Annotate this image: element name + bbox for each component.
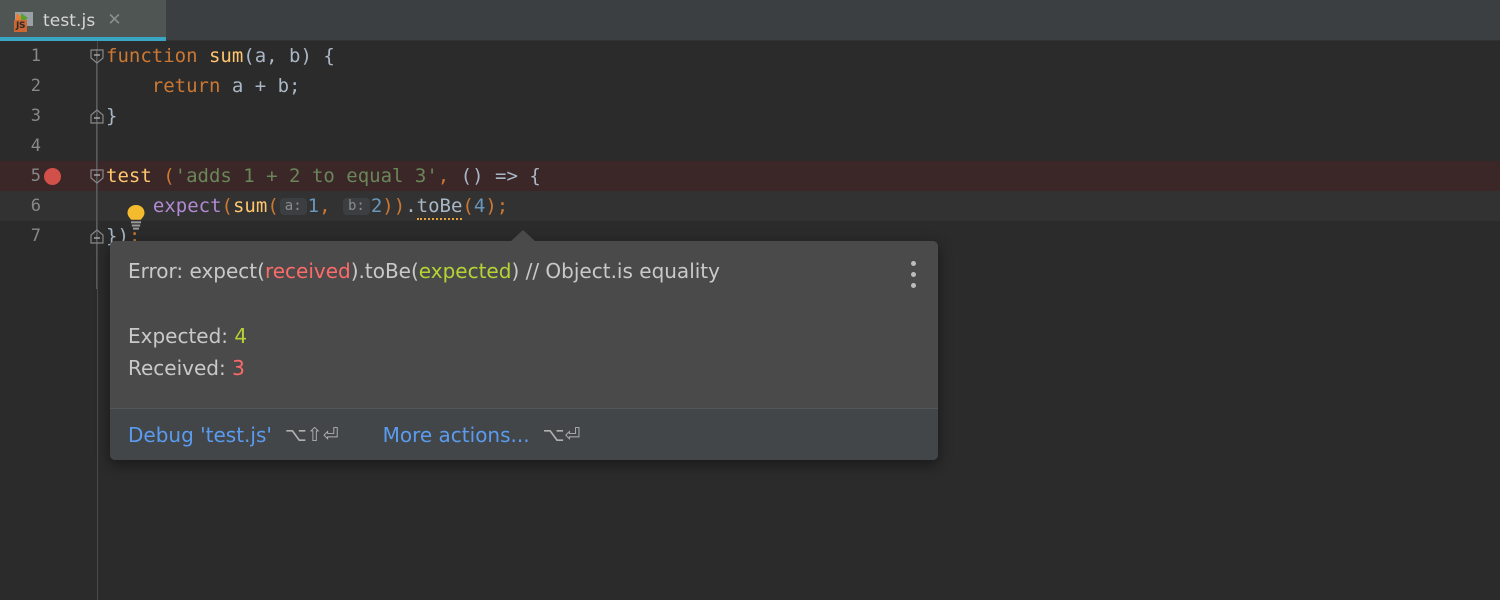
code-token: expect (152, 195, 222, 217)
code-token: ) (485, 195, 497, 217)
code-token: , (437, 165, 450, 187)
code-token: 1 (307, 195, 320, 217)
tooltip-body: Error: expect(received).toBe(expected) /… (110, 241, 938, 408)
code-token: (a, b) { (243, 45, 335, 67)
received-row: Received: 3 (128, 352, 916, 384)
debug-test-js-link[interactable]: Debug 'test.js' (128, 423, 272, 447)
received-label: Received: (128, 356, 226, 380)
code-line[interactable]: return a + b; (106, 71, 301, 101)
breakpoint-marker[interactable] (44, 168, 61, 185)
code-line[interactable]: function sum(a, b) { (106, 41, 335, 71)
tooltip-header-middle: ).toBe( (350, 259, 419, 283)
code-token: } (106, 105, 118, 127)
tooltip-header-prefix: Error: expect( (128, 259, 265, 283)
tooltip-header-suffix: ) // Object.is equality (511, 259, 720, 283)
parameter-hint: a: (279, 198, 307, 215)
code-token-warning: toBe (416, 195, 463, 220)
expected-label: Expected: (128, 324, 229, 348)
line-number: 7 (30, 226, 41, 246)
code-token: ; (496, 195, 509, 217)
code-token: () (449, 165, 495, 187)
tooltip-value-rows: Expected: 4 Received: 3 (128, 320, 916, 384)
editor-gutter[interactable]: 1 2 3 4 5 6 7 (0, 41, 104, 600)
code-token: . (405, 195, 417, 217)
line-number: 3 (30, 106, 41, 126)
error-tooltip-popup[interactable]: Error: expect(received).toBe(expected) /… (110, 230, 938, 460)
line-number: 5 (30, 166, 41, 186)
code-token: a + b; (220, 75, 301, 97)
debug-shortcut-hint: ⌥⇧⏎ (284, 423, 339, 446)
code-token: test (106, 165, 152, 187)
code-token: return (151, 75, 221, 97)
code-token: ( (267, 195, 279, 217)
code-token: { (517, 165, 541, 187)
expected-value: 4 (234, 324, 248, 348)
tooltip-expected-token: expected (418, 259, 512, 283)
code-token: , (319, 195, 331, 217)
close-icon[interactable]: ✕ (107, 12, 121, 29)
tab-test-js[interactable]: JS test.js ✕ (0, 0, 166, 41)
code-token: ( (462, 195, 474, 217)
javascript-file-icon: JS (14, 11, 34, 32)
code-token: ( (221, 195, 233, 217)
lightbulb-icon[interactable] (125, 204, 147, 230)
fold-marker-collapse-icon[interactable] (90, 109, 104, 124)
line-number: 2 (30, 76, 41, 96)
js-badge-label: JS (14, 19, 28, 32)
tooltip-received-token: received (264, 259, 351, 283)
code-line[interactable]: test ('adds 1 + 2 to equal 3', () => { (106, 161, 541, 191)
tab-title: test.js (43, 10, 96, 31)
line-number: 1 (30, 46, 41, 66)
line-number: 4 (30, 136, 41, 156)
fold-marker-collapse-icon[interactable] (90, 229, 104, 244)
more-actions-shortcut-hint: ⌥⏎ (542, 423, 581, 446)
code-token: function (106, 45, 198, 67)
code-token: 'adds 1 + 2 to equal 3' (174, 165, 438, 187)
code-token: )) (382, 195, 406, 217)
tooltip-header-message: Error: expect(received).toBe(expected) /… (128, 258, 916, 284)
code-token: ( (163, 165, 175, 187)
fold-marker-collapse-icon[interactable] (90, 49, 104, 64)
parameter-hint: b: (342, 198, 370, 215)
code-token: => (495, 165, 518, 187)
more-actions-link[interactable]: More actions... (383, 423, 530, 447)
more-options-icon[interactable] (911, 261, 917, 289)
code-token: sum (232, 195, 268, 217)
code-line[interactable]: } (106, 101, 117, 131)
editor-tab-bar: JS test.js ✕ (0, 0, 1500, 41)
code-token: sum (208, 45, 244, 67)
code-line[interactable]: expect(sum(a: 1, b: 2)).toBe(4); (130, 191, 508, 221)
received-value: 3 (232, 356, 245, 380)
expected-row: Expected: 4 (128, 320, 916, 352)
fold-marker-collapse-icon[interactable] (90, 169, 104, 184)
tooltip-footer: Debug 'test.js' ⌥⇧⏎ More actions... ⌥⏎ (110, 408, 938, 460)
code-token: 4 (473, 195, 486, 217)
code-token: 2 (370, 195, 383, 217)
line-number: 6 (30, 196, 41, 216)
